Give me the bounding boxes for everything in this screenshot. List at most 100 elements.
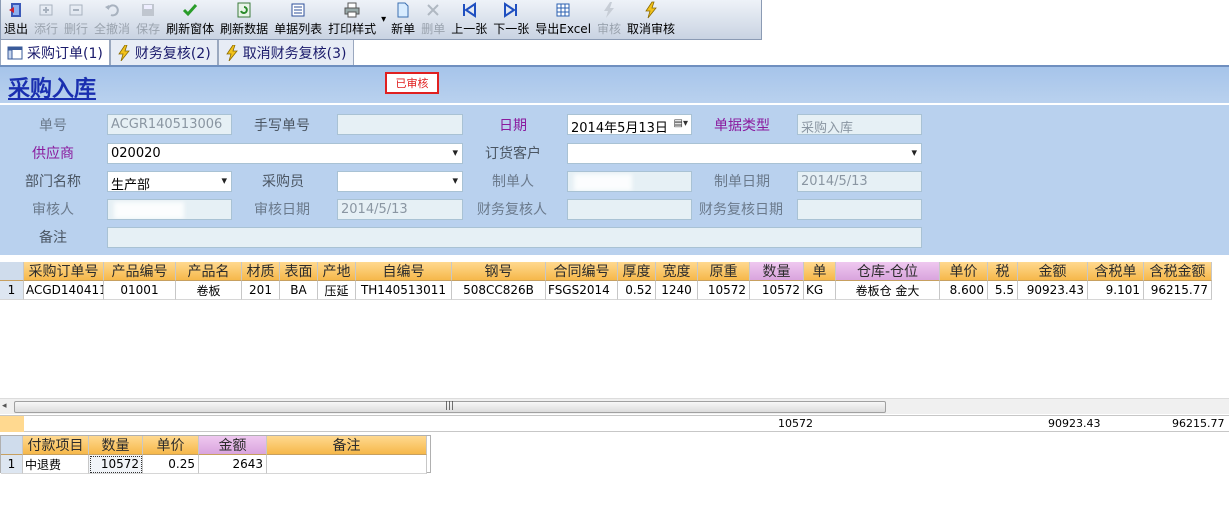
- table-cell[interactable]: 0.52: [618, 281, 656, 300]
- table-cell[interactable]: 10572: [750, 281, 804, 300]
- table-cell[interactable]: 卷板仓 金大: [836, 281, 940, 300]
- doc-type-field[interactable]: 采购入库: [797, 114, 922, 135]
- table-cell[interactable]: 5.5: [988, 281, 1018, 300]
- review-date-field[interactable]: 2014/5/13: [337, 199, 463, 220]
- toolbar-button-undo[interactable]: 全撤消: [91, 0, 133, 39]
- tab-cancel-finance-review[interactable]: 取消财务复核(3): [217, 40, 354, 66]
- creator-label: 制单人: [492, 174, 534, 190]
- manual-no-field[interactable]: [337, 114, 463, 135]
- column-header[interactable]: 产地: [318, 262, 356, 281]
- column-header[interactable]: 表面: [280, 262, 318, 281]
- table-cell[interactable]: 2643: [199, 455, 267, 474]
- toolbar-button-refresh[interactable]: 刷新数据: [217, 0, 271, 39]
- column-header[interactable]: 仓库-仓位: [836, 262, 940, 281]
- horizontal-scrollbar[interactable]: ◂ |||: [0, 398, 1229, 414]
- table-cell[interactable]: 10572: [698, 281, 750, 300]
- column-header[interactable]: 采购订单号: [24, 262, 104, 281]
- column-header[interactable]: 金额: [1018, 262, 1088, 281]
- column-header[interactable]: 单价: [940, 262, 988, 281]
- column-header[interactable]: 材质: [242, 262, 280, 281]
- column-header[interactable]: 金额: [199, 436, 267, 455]
- table-row[interactable]: 1 ACGD140411 01001 卷板 201 BA 压延 TH140513011 508C…: [0, 281, 1212, 300]
- remark-field[interactable]: [107, 227, 922, 248]
- table-cell[interactable]: 10572: [89, 455, 143, 474]
- doc-no-field[interactable]: ACGR140513006: [107, 114, 232, 135]
- column-header[interactable]: 数量: [750, 262, 804, 281]
- table-cell[interactable]: 01001: [104, 281, 176, 300]
- toolbar-button-approve[interactable]: 审核: [594, 0, 624, 39]
- column-header[interactable]: 厚度: [618, 262, 656, 281]
- scroll-left-icon[interactable]: ◂: [2, 401, 7, 411]
- toolbar-button-excel[interactable]: 导出Excel: [532, 0, 594, 39]
- table-cell[interactable]: ACGD140411: [24, 281, 104, 300]
- table-cell[interactable]: [267, 455, 427, 474]
- redacted-mask: [176, 146, 246, 163]
- column-header[interactable]: 单: [804, 262, 836, 281]
- supplier-select[interactable]: 020020: [107, 143, 463, 164]
- reviewer-field[interactable]: [107, 199, 232, 220]
- column-header[interactable]: 数量: [89, 436, 143, 455]
- table-cell[interactable]: TH140513011: [356, 281, 452, 300]
- date-field[interactable]: 2014年5月13日 ▤▾: [567, 114, 692, 135]
- table-cell[interactable]: 508CC826B: [452, 281, 546, 300]
- row-number[interactable]: 1: [0, 281, 24, 300]
- create-date-field[interactable]: 2014/5/13: [797, 171, 922, 192]
- column-header[interactable]: 自编号: [356, 262, 452, 281]
- table-cell[interactable]: 8.600: [940, 281, 988, 300]
- buyer-select[interactable]: [337, 171, 463, 192]
- fin-reviewer-field[interactable]: [567, 199, 692, 220]
- creator-field[interactable]: [567, 171, 692, 192]
- table-cell[interactable]: 卷板: [176, 281, 242, 300]
- tab-purchase-order[interactable]: 采购订单(1): [0, 40, 110, 66]
- grid-corner[interactable]: [0, 262, 24, 281]
- fin-review-date-field[interactable]: [797, 199, 922, 220]
- toolbar-button-delete-row[interactable]: 删行: [61, 0, 91, 39]
- toolbar-button-checkmark[interactable]: 刷新窗体: [163, 0, 217, 39]
- table-cell[interactable]: KG: [804, 281, 836, 300]
- table-cell[interactable]: 压延: [318, 281, 356, 300]
- table-cell[interactable]: 90923.43: [1018, 281, 1088, 300]
- toolbar-button-new-doc[interactable]: 新单: [388, 0, 418, 39]
- toolbar-button-delete[interactable]: 删单: [418, 0, 448, 39]
- toolbar-button-save[interactable]: 保存: [133, 0, 163, 39]
- toolbar-button-add-row[interactable]: 添行: [31, 0, 61, 39]
- column-header[interactable]: 税: [988, 262, 1018, 281]
- toolbar-button-label: 删单: [421, 22, 446, 36]
- grid-corner[interactable]: [1, 436, 23, 455]
- column-header[interactable]: 含税单: [1088, 262, 1144, 281]
- toolbar-button-next[interactable]: 下一张: [490, 0, 532, 39]
- table-cell[interactable]: 0.25: [143, 455, 199, 474]
- column-header[interactable]: 产品名: [176, 262, 242, 281]
- table-cell[interactable]: 9.101: [1088, 281, 1144, 300]
- toolbar-button-list[interactable]: 单据列表: [271, 0, 325, 39]
- toolbar-button-printer[interactable]: 打印样式: [325, 0, 379, 39]
- column-header[interactable]: 宽度: [656, 262, 698, 281]
- toolbar-button-exit[interactable]: 退出: [1, 0, 31, 39]
- toolbar-button-prev[interactable]: 上一张: [448, 0, 490, 39]
- table-cell[interactable]: 中退费: [23, 455, 89, 474]
- order-customer-select[interactable]: [567, 143, 922, 164]
- prev-icon: [460, 1, 478, 19]
- department-select[interactable]: 生产部: [107, 171, 232, 192]
- table-cell[interactable]: BA: [280, 281, 318, 300]
- toolbar-button-cancel-approve[interactable]: 取消审核: [624, 0, 678, 39]
- table-cell[interactable]: 96215.77: [1144, 281, 1212, 300]
- column-header[interactable]: 单价: [143, 436, 199, 455]
- column-header[interactable]: 产品编号: [104, 262, 176, 281]
- column-header[interactable]: 含税金额: [1144, 262, 1212, 281]
- print-style-dropdown-icon[interactable]: ▾: [381, 14, 386, 25]
- column-header[interactable]: 合同编号: [546, 262, 618, 281]
- column-header[interactable]: 付款项目: [23, 436, 89, 455]
- column-header[interactable]: 原重: [698, 262, 750, 281]
- table-row[interactable]: 1 中退费 10572 0.25 2643: [1, 455, 427, 474]
- row-number[interactable]: 1: [1, 455, 23, 474]
- column-header[interactable]: 钢号: [452, 262, 546, 281]
- page-title[interactable]: 采购入库: [8, 71, 96, 103]
- table-cell[interactable]: FSGS2014: [546, 281, 618, 300]
- table-cell[interactable]: 1240: [656, 281, 698, 300]
- column-header[interactable]: 备注: [267, 436, 427, 455]
- tab-label: 财务复核(2): [134, 45, 211, 62]
- table-cell[interactable]: 201: [242, 281, 280, 300]
- calendar-icon[interactable]: ▤▾: [674, 118, 688, 129]
- tab-finance-review[interactable]: 财务复核(2): [109, 40, 218, 66]
